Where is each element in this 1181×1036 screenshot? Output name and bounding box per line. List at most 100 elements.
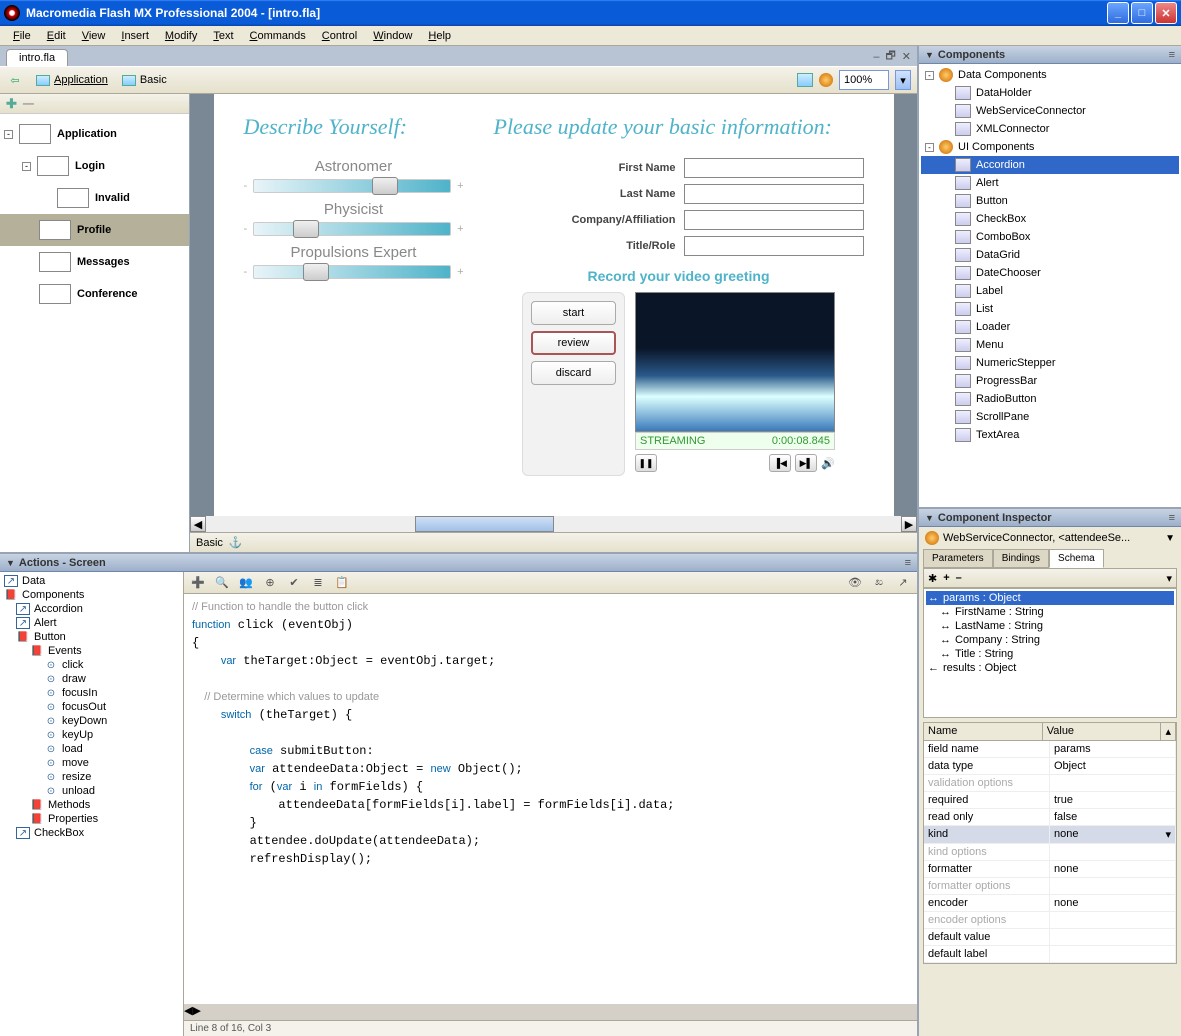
component-datechooser[interactable]: DateChooser — [921, 264, 1179, 282]
component-numericstepper[interactable]: NumericStepper — [921, 354, 1179, 372]
action-tree-move[interactable]: ⊙move — [2, 756, 181, 770]
schema-title[interactable]: ↔Title : String — [926, 647, 1174, 661]
action-tree-click[interactable]: ⊙click — [2, 658, 181, 672]
prop-required[interactable]: requiredtrue — [924, 792, 1176, 809]
action-tree-keyup[interactable]: ⊙keyUp — [2, 728, 181, 742]
component-radiobutton[interactable]: RadioButton — [921, 390, 1179, 408]
prop-data-type[interactable]: data typeObject — [924, 758, 1176, 775]
input-last-name[interactable] — [684, 184, 864, 204]
prop-kind-options[interactable]: kind options — [924, 844, 1176, 861]
action-tree-draw[interactable]: ⊙draw — [2, 672, 181, 686]
next-track-button[interactable]: ▶▌ — [795, 454, 817, 472]
close-button[interactable]: ✕ — [1155, 2, 1177, 24]
component-accordion[interactable]: Accordion — [921, 156, 1179, 174]
prop-formatter-options[interactable]: formatter options — [924, 878, 1176, 895]
schema-params[interactable]: ↔params : Object — [926, 591, 1174, 605]
stage-bottom-tab[interactable]: Basic — [196, 537, 223, 549]
code-hint-icon[interactable]: 📋 — [334, 575, 350, 591]
add-schema-button[interactable]: ✱ — [928, 572, 937, 585]
component-list[interactable]: List — [921, 300, 1179, 318]
collapse-icon[interactable]: ▼ — [6, 558, 15, 568]
screen-item-conference[interactable]: Conference — [0, 278, 189, 310]
components-panel-header[interactable]: ▼Components≡ — [919, 46, 1181, 64]
prop-validation-options[interactable]: validation options — [924, 775, 1176, 792]
prop-default-value[interactable]: default value — [924, 929, 1176, 946]
slider-astronomer[interactable]: -+ — [244, 179, 464, 193]
input-title-role[interactable] — [684, 236, 864, 256]
prop-encoder-options[interactable]: encoder options — [924, 912, 1176, 929]
prop-default-label[interactable]: default label — [924, 946, 1176, 963]
component-datagrid[interactable]: DataGrid — [921, 246, 1179, 264]
screen-item-application[interactable]: -Application — [0, 118, 189, 150]
start-button[interactable]: start — [531, 301, 616, 325]
action-tree-properties[interactable]: 📕Properties — [2, 812, 181, 826]
action-tree-events[interactable]: 📕Events — [2, 644, 181, 658]
schema-results[interactable]: ←results : Object — [926, 661, 1174, 675]
component-textarea[interactable]: TextArea — [921, 426, 1179, 444]
component-combobox[interactable]: ComboBox — [921, 228, 1179, 246]
component-ui-components[interactable]: -UI Components — [921, 138, 1179, 156]
component-progressbar[interactable]: ProgressBar — [921, 372, 1179, 390]
volume-icon[interactable]: 🔊 — [821, 457, 835, 470]
check-syntax-icon[interactable]: ✔ — [286, 575, 302, 591]
scene-icon[interactable] — [797, 73, 813, 87]
component-loader[interactable]: Loader — [921, 318, 1179, 336]
add-script-icon[interactable]: ➕ — [190, 575, 206, 591]
prop-field-name[interactable]: field nameparams — [924, 741, 1176, 758]
tab-schema[interactable]: Schema — [1049, 549, 1104, 568]
action-tree-focusout[interactable]: ⊙focusOut — [2, 700, 181, 714]
component-alert[interactable]: Alert — [921, 174, 1179, 192]
action-tree-components[interactable]: 📕Components — [2, 588, 181, 602]
menu-view[interactable]: View — [75, 28, 113, 44]
prop-kind[interactable]: kindnone ▾ — [924, 826, 1176, 844]
prop-formatter[interactable]: formatternone — [924, 861, 1176, 878]
prev-track-button[interactable]: ▐◀ — [769, 454, 791, 472]
menu-commands[interactable]: Commands — [243, 28, 313, 44]
zoom-input[interactable] — [839, 70, 889, 90]
pause-button[interactable]: ❚❚ — [635, 454, 657, 472]
input-first-name[interactable] — [684, 158, 864, 178]
menu-window[interactable]: Window — [366, 28, 419, 44]
tab-parameters[interactable]: Parameters — [923, 549, 993, 568]
review-button[interactable]: review — [531, 331, 616, 355]
prop-encoder[interactable]: encodernone — [924, 895, 1176, 912]
action-tree-unload[interactable]: ⊙unload — [2, 784, 181, 798]
doc-close-icon[interactable]: ✕ — [902, 50, 911, 63]
maximize-button[interactable]: □ — [1131, 2, 1153, 24]
pin-script-icon[interactable]: ↗ — [895, 575, 911, 591]
component-label[interactable]: Label — [921, 282, 1179, 300]
action-tree-accordion[interactable]: ↗Accordion — [2, 602, 181, 616]
code-editor[interactable]: // Function to handle the button click f… — [184, 594, 917, 1004]
schema-firstname[interactable]: ↔FirstName : String — [926, 605, 1174, 619]
discard-button[interactable]: discard — [531, 361, 616, 385]
screen-item-invalid[interactable]: Invalid — [0, 182, 189, 214]
auto-format-icon[interactable]: ≣ — [310, 575, 326, 591]
doc-restore-icon[interactable]: 🗗 — [885, 47, 895, 66]
debug-options-icon[interactable]: ಖ — [871, 575, 887, 591]
find-icon[interactable]: 🔍 — [214, 575, 230, 591]
screen-item-profile[interactable]: Profile — [0, 214, 189, 246]
zoom-dropdown-icon[interactable]: ▾ — [895, 70, 911, 90]
add-screen-button[interactable]: ✚ — [6, 96, 17, 112]
inspector-panel-header[interactable]: ▼Component Inspector≡ — [919, 509, 1181, 527]
component-menu[interactable]: Menu — [921, 336, 1179, 354]
screen-item-messages[interactable]: Messages — [0, 246, 189, 278]
action-tree-alert[interactable]: ↗Alert — [2, 616, 181, 630]
breadcrumb-application[interactable]: Application — [32, 73, 112, 87]
action-tree-checkbox[interactable]: ↗CheckBox — [2, 826, 181, 840]
component-xmlconnector[interactable]: XMLConnector — [921, 120, 1179, 138]
menu-insert[interactable]: Insert — [114, 28, 156, 44]
slider-physicist[interactable]: -+ — [244, 222, 464, 236]
back-arrow-icon[interactable]: ⇦ — [6, 71, 24, 89]
action-tree-resize[interactable]: ⊙resize — [2, 770, 181, 784]
minimize-button[interactable]: _ — [1107, 2, 1129, 24]
component-scrollpane[interactable]: ScrollPane — [921, 408, 1179, 426]
plus-schema-button[interactable]: + — [943, 572, 949, 584]
target-icon[interactable]: ⊕ — [262, 575, 278, 591]
schema-lastname[interactable]: ↔LastName : String — [926, 619, 1174, 633]
menu-file[interactable]: File — [6, 28, 38, 44]
prop-read-only[interactable]: read onlyfalse — [924, 809, 1176, 826]
component-webserviceconnector[interactable]: WebServiceConnector — [921, 102, 1179, 120]
panel-menu-icon[interactable]: ≡ — [905, 557, 911, 569]
component-data-components[interactable]: -Data Components — [921, 66, 1179, 84]
